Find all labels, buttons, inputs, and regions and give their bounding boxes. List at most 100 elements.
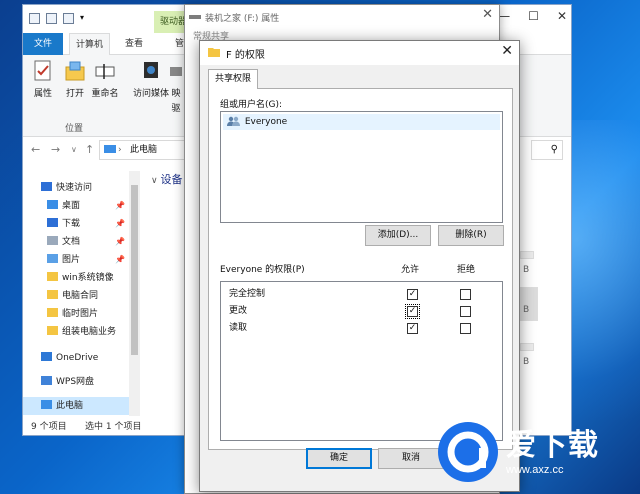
address-box[interactable]: › 此电脑 [99, 140, 191, 160]
sidebar-item[interactable]: OneDrive [23, 349, 129, 367]
folder-icon [47, 272, 58, 281]
sidebar-item[interactable]: 图片 📌 [23, 251, 129, 269]
watermark-url: www.axz.cc [506, 464, 564, 476]
sidebar-item-label: 临时图片 [62, 309, 99, 319]
permission-row-full-control: 完全控制 ✓ [221, 286, 502, 303]
add-button[interactable]: 添加(D)... [365, 225, 431, 246]
sidebar-item[interactable]: 下载 📌 [23, 215, 129, 233]
pin-icon[interactable]: 📌 [115, 197, 125, 215]
download-icon [47, 218, 58, 227]
drive-bar [520, 251, 534, 259]
user-name: Everyone [244, 117, 288, 127]
drive-size-mark: B [523, 357, 530, 367]
properties-label: 属性 [33, 89, 52, 99]
access-media-button[interactable]: 访问媒体 [131, 59, 171, 99]
watermark-brand: 爱下载 [506, 428, 599, 463]
permission-row-read: 读取 ✓ [221, 320, 502, 337]
remove-button[interactable]: 删除(R) [438, 225, 504, 246]
sidebar-item-label: 此电脑 [56, 401, 84, 411]
allow-header: 允许 [401, 265, 420, 275]
drive-icon [189, 15, 201, 19]
drive-button[interactable]: 驱 [169, 101, 183, 114]
sidebar-item-label: OneDrive [56, 353, 99, 363]
maximize-icon[interactable]: ☐ [528, 9, 539, 23]
allow-checkbox-change[interactable]: ✓ [405, 304, 420, 319]
open-button[interactable]: 打开 [59, 59, 91, 99]
map-drive-button[interactable]: 映 [169, 59, 183, 99]
rename-button[interactable]: 重命名 [89, 59, 121, 99]
deny-checkbox-full-control[interactable] [460, 289, 471, 300]
open-label: 打开 [65, 89, 84, 99]
folder-icon [47, 290, 58, 299]
up-arrow-icon[interactable]: ↑ [85, 143, 94, 156]
pin-icon[interactable]: 📌 [115, 251, 125, 269]
back-arrow-icon[interactable]: ← [31, 143, 40, 156]
tab-share-permissions[interactable]: 共享权限 [208, 69, 259, 89]
rename-label: 重命名 [91, 89, 119, 99]
pin-icon[interactable]: 📌 [115, 233, 125, 251]
sidebar-item-label: 组装电脑业务 [62, 327, 117, 337]
quick-access-toolbar: ▾ [29, 13, 88, 24]
folder-icon [47, 326, 58, 335]
deny-checkbox-change[interactable] [460, 306, 471, 317]
devices-heading: ∨ 设备 [151, 171, 182, 187]
search-box[interactable]: ⚲ [531, 140, 563, 160]
sidebar-item[interactable]: 桌面 📌 [23, 197, 129, 215]
sidebar-item[interactable]: WPS网盘 [23, 373, 129, 391]
watermark: 爱下载 www.axz.cc [438, 416, 638, 492]
close-icon[interactable]: ✕ [501, 43, 513, 59]
tab-computer[interactable]: 计算机 [69, 33, 111, 55]
sidebar-item[interactable]: 快速访问 [23, 179, 129, 197]
tab-view[interactable]: 查看 [119, 33, 149, 55]
users-label: 组或用户名(G): [220, 100, 283, 110]
chevron-down-icon[interactable]: ∨ [71, 145, 77, 154]
sidebar-item[interactable]: 文档 📌 [23, 233, 129, 251]
deny-checkbox-read[interactable] [460, 323, 471, 334]
new-folder-icon[interactable] [63, 13, 74, 24]
properties-icon [32, 59, 54, 83]
sidebar-item[interactable]: 临时图片 [23, 305, 129, 323]
sidebar-item-label: 下载 [62, 219, 81, 229]
ok-button[interactable]: 确定 [306, 448, 372, 469]
address-location: 此电脑 [130, 145, 158, 155]
sidebar-item[interactable]: 此电脑 [23, 397, 129, 415]
share-permissions-panel: 组或用户名(G): Everyone 添加(D)... 删除(R) Everyo… [208, 88, 513, 450]
sidebar-item[interactable]: 电脑合同 [23, 287, 129, 305]
sidebar-item-label: 快速访问 [56, 183, 93, 193]
watermark-logo-icon [438, 422, 498, 482]
user-row-everyone[interactable]: Everyone [223, 114, 500, 130]
map-drive-label: 映 [171, 89, 181, 99]
tab-file[interactable]: 文件 [23, 33, 63, 55]
pin-icon[interactable]: 📌 [115, 215, 125, 233]
dialog-titlebar: F 的权限 ✕ [200, 41, 519, 65]
nav-scrollbar[interactable] [129, 171, 140, 416]
sidebar-item[interactable]: win系统镜像 [23, 269, 129, 287]
pc-icon [104, 145, 116, 153]
close-icon[interactable]: ✕ [482, 7, 493, 22]
status-selected: 选中 1 个项目 [85, 422, 142, 432]
window-controls: — ☐ ✕ [498, 9, 567, 23]
sidebar-item[interactable]: 组装电脑业务 [23, 323, 129, 341]
access-media-label: 访问媒体 [132, 89, 169, 99]
properties-check-icon[interactable] [46, 13, 57, 24]
user-list[interactable]: Everyone [220, 111, 503, 223]
forward-arrow-icon[interactable]: → [51, 143, 60, 156]
media-icon [140, 59, 162, 83]
sidebar-item-label: win系统镜像 [62, 273, 114, 283]
dialog-title: F 的权限 [226, 50, 265, 61]
drive-size-mark: B [523, 305, 530, 315]
map-drive-icon [169, 59, 183, 83]
chevron-down-icon[interactable]: ▾ [80, 13, 88, 24]
wps-cloud-icon [41, 376, 52, 385]
pc-icon[interactable] [29, 13, 40, 24]
star-icon [41, 182, 52, 191]
users-icon [227, 116, 240, 126]
rename-icon [94, 59, 116, 83]
cancel-button[interactable]: 取消 [378, 448, 444, 469]
search-icon: ⚲ [550, 144, 558, 155]
scrollbar-thumb[interactable] [131, 185, 138, 355]
allow-checkbox-full-control[interactable]: ✓ [407, 289, 418, 300]
close-icon[interactable]: ✕ [557, 9, 567, 23]
allow-checkbox-read[interactable]: ✓ [407, 323, 418, 334]
properties-button[interactable]: 属性 [27, 59, 59, 99]
